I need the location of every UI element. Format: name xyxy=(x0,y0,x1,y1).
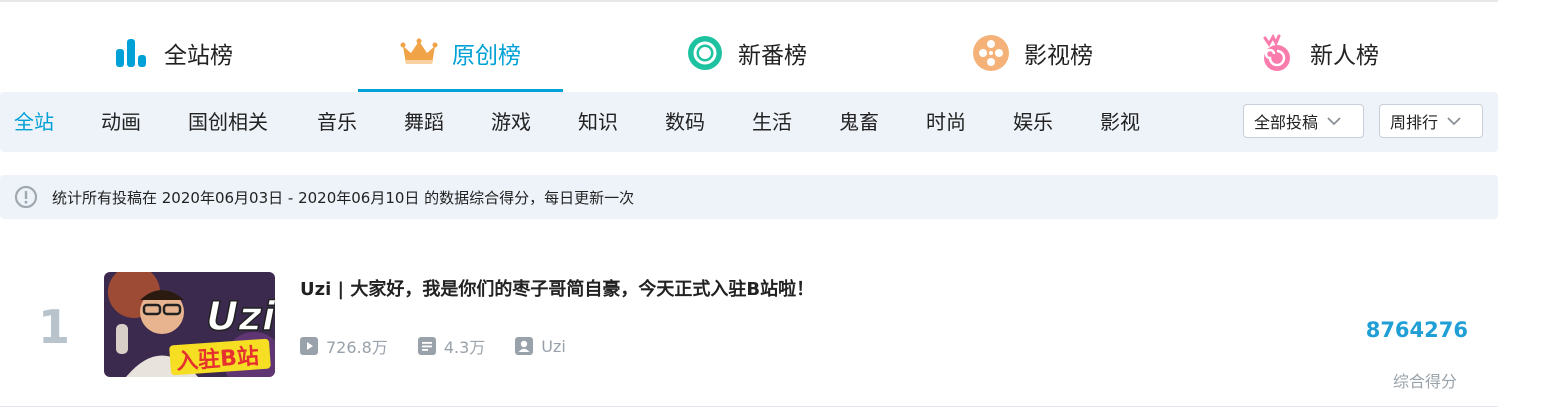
tab-newcomer[interactable]: 新人榜 xyxy=(1258,14,1379,92)
category-music[interactable]: 音乐 xyxy=(317,92,357,152)
rank-number: 1 xyxy=(38,300,71,354)
video-meta: 726.8万 4.3万 Uzi xyxy=(300,334,596,358)
ranking-page: 全站榜 原创榜 新番榜 影视榜 新人榜 全站 动画 国创相关 音乐 舞蹈 游戏 … xyxy=(0,0,1498,416)
danmaku-count-value: 4.3万 xyxy=(443,338,486,357)
composite-score: 8764276 xyxy=(1365,318,1468,342)
category-knowledge[interactable]: 知识 xyxy=(578,92,618,152)
submission-filter-dropdown[interactable]: 全部投稿 xyxy=(1243,104,1364,138)
category-digital[interactable]: 数码 xyxy=(665,92,705,152)
crown-icon xyxy=(400,34,438,72)
category-kichiku[interactable]: 鬼畜 xyxy=(839,92,879,152)
video-title-link[interactable]: Uzi | 大家好，我是你们的枣子哥简自豪，今天正式入驻B站啦！ xyxy=(300,275,814,301)
stats-notice: 统计所有投稿在 2020年06月03日 - 2020年06月10日 的数据综合得… xyxy=(0,175,1498,219)
dropdown-value: 全部投稿 xyxy=(1254,113,1319,132)
category-entertainment[interactable]: 娱乐 xyxy=(1013,92,1053,152)
tab-label: 影视榜 xyxy=(1024,43,1093,69)
category-bar: 全站 动画 国创相关 音乐 舞蹈 游戏 知识 数码 生活 鬼畜 时尚 娱乐 影视… xyxy=(0,92,1498,152)
tab-label: 全站榜 xyxy=(164,43,233,69)
author[interactable]: Uzi xyxy=(515,337,566,356)
tab-label: 新番榜 xyxy=(738,43,807,69)
category-animation[interactable]: 动画 xyxy=(101,92,141,152)
user-icon xyxy=(515,337,534,355)
bottom-divider xyxy=(0,406,1498,407)
chevron-down-icon xyxy=(1447,117,1461,126)
danmaku-icon xyxy=(417,337,436,355)
dropdown-value: 周排行 xyxy=(1390,113,1439,132)
tab-new-anime[interactable]: 新番榜 xyxy=(686,14,807,92)
video-thumbnail[interactable]: Uzi 入驻B站 xyxy=(104,272,275,377)
danmaku-count: 4.3万 xyxy=(417,334,486,358)
composite-score-label: 综合得分 xyxy=(1392,372,1457,391)
top-divider xyxy=(0,0,1498,2)
tab-film-tv[interactable]: 影视榜 xyxy=(972,14,1093,92)
circle-dot-icon xyxy=(686,34,724,72)
newbie-swirl-icon xyxy=(1258,34,1296,72)
tab-label: 原创榜 xyxy=(452,43,521,69)
play-icon xyxy=(300,337,318,355)
ranking-tabs: 全站榜 原创榜 新番榜 影视榜 新人榜 xyxy=(0,14,1498,92)
category-life[interactable]: 生活 xyxy=(752,92,792,152)
category-game[interactable]: 游戏 xyxy=(491,92,531,152)
notice-text: 统计所有投稿在 2020年06月03日 - 2020年06月10日 的数据综合得… xyxy=(52,188,635,207)
category-all[interactable]: 全站 xyxy=(14,92,54,152)
category-film[interactable]: 影视 xyxy=(1100,92,1140,152)
period-filter-dropdown[interactable]: 周排行 xyxy=(1379,104,1483,138)
info-icon xyxy=(14,185,38,209)
author-name: Uzi xyxy=(541,336,566,356)
ranking-item: 1 Uzi 入驻B站 Uzi | 大家好，我是你们的枣子哥简自豪，今天正式入驻B… xyxy=(0,240,1498,408)
tab-label: 新人榜 xyxy=(1310,43,1379,69)
category-dance[interactable]: 舞蹈 xyxy=(404,92,444,152)
bar-chart-icon xyxy=(112,34,150,72)
thumb-title-text: Uzi xyxy=(206,294,275,340)
category-guochuang[interactable]: 国创相关 xyxy=(188,92,268,152)
chevron-down-icon xyxy=(1327,117,1341,126)
play-count: 726.8万 xyxy=(300,334,388,358)
tab-original[interactable]: 原创榜 xyxy=(358,14,563,92)
play-count-value: 726.8万 xyxy=(326,338,388,357)
category-fashion[interactable]: 时尚 xyxy=(926,92,966,152)
tab-all-site[interactable]: 全站榜 xyxy=(112,14,233,92)
film-reel-icon xyxy=(972,34,1010,72)
